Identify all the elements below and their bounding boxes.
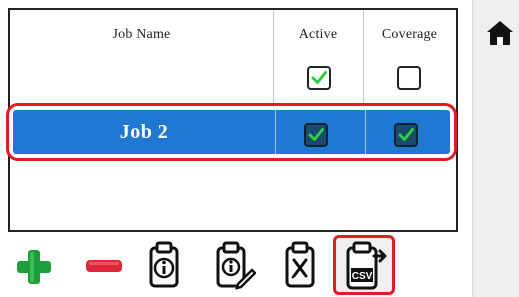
plus-icon	[17, 250, 51, 284]
jobs-screen: Job Name Active Coverage Job 2 CSV	[0, 0, 519, 297]
add-job-button[interactable]	[14, 247, 54, 287]
minus-icon	[86, 260, 122, 272]
export-csv-button[interactable]: CSV	[344, 240, 390, 292]
clipboard-info-icon	[149, 241, 179, 288]
header-coverage: Coverage	[381, 27, 438, 42]
home-icon[interactable]	[486, 20, 514, 46]
clipboard-x-icon	[285, 241, 315, 288]
edit-job-info-button[interactable]	[214, 240, 256, 290]
header-active: Active	[298, 27, 338, 42]
active-checkbox[interactable]	[304, 123, 328, 147]
job-info-button[interactable]	[147, 240, 181, 290]
remove-job-button[interactable]	[84, 258, 124, 274]
column-divider	[365, 110, 366, 154]
active-checkbox[interactable]	[307, 66, 331, 90]
selected-row-fill: Job 2	[13, 110, 450, 154]
column-divider	[275, 110, 276, 154]
header-job-name: Job Name	[112, 27, 171, 42]
coverage-checkbox[interactable]	[394, 123, 418, 147]
coverage-checkbox[interactable]	[397, 66, 421, 90]
clipboard-edit-icon	[216, 241, 256, 290]
clipboard-csv-icon: CSV	[346, 241, 387, 290]
table-row-selected[interactable]: Job 2	[6, 103, 457, 161]
column-divider	[273, 10, 274, 106]
check-icon	[311, 71, 327, 84]
check-icon	[398, 128, 414, 141]
check-icon	[308, 128, 324, 141]
job-name-cell: Job 2	[119, 120, 169, 143]
clear-job-button[interactable]	[283, 240, 317, 290]
csv-label: CSV	[352, 271, 373, 282]
column-divider	[363, 10, 364, 106]
